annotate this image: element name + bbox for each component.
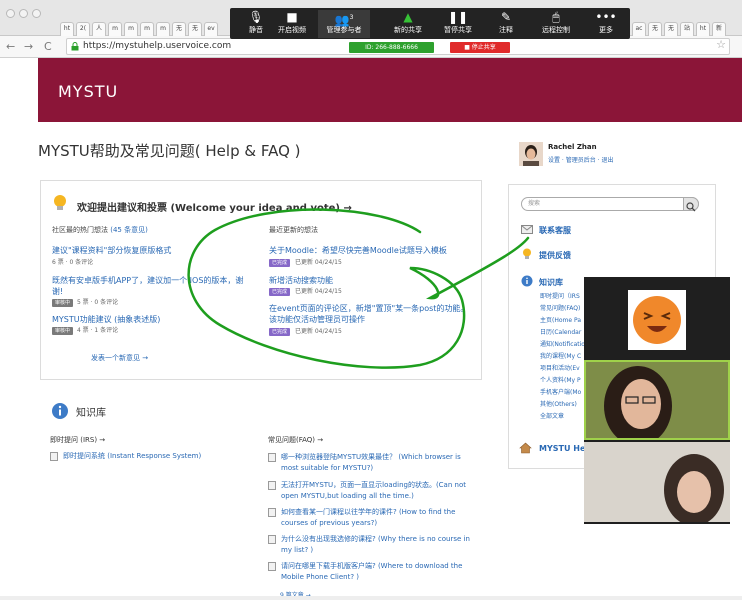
video-off-icon: ■: [286, 10, 298, 24]
stop-share-button[interactable]: ■ 停止共享: [450, 42, 510, 53]
video-gallery[interactable]: [584, 277, 730, 524]
participant-video: [584, 442, 730, 522]
new-share-button[interactable]: ▲ 新的共享: [382, 10, 434, 38]
new-share-label: 新的共享: [394, 26, 422, 34]
more-label: 更多: [599, 26, 613, 34]
participants-count: 3: [349, 14, 354, 21]
more-button[interactable]: ••• 更多: [580, 10, 632, 38]
annotate-button[interactable]: ✎ 注释: [480, 10, 532, 38]
participant-video: [586, 362, 728, 438]
pen-icon: ✎: [500, 10, 512, 24]
share-screen-icon: ▲: [403, 10, 413, 24]
start-video-label: 开启视频: [278, 26, 306, 34]
bottom-bar: [0, 596, 742, 600]
zoom-toolbar: 🎙 静音 ■ 开启视频 👥3 管理参与者 ▲ 新的共享 ❚❚ 暂停共享 ✎ 注释…: [230, 8, 630, 39]
pause-share-button[interactable]: ❚❚ 暂停共享: [432, 10, 484, 38]
remote-control-label: 远程控制: [542, 26, 570, 34]
video-tile-participant[interactable]: [584, 442, 730, 522]
meeting-id-badge[interactable]: ID: 266-888-6666: [349, 42, 434, 53]
remote-control-button[interactable]: 🖱 远程控制: [530, 10, 582, 38]
pause-share-label: 暂停共享: [444, 26, 472, 34]
video-tile-participant[interactable]: [584, 360, 730, 440]
pause-icon: ❚❚: [447, 10, 469, 24]
manage-participants-button[interactable]: 👥3 管理参与者: [318, 10, 370, 38]
annotate-label: 注释: [499, 26, 513, 34]
screen: ht 2( 人 m m m m 无 无 ev ac 无 无 站 ht 新 ← →…: [0, 0, 742, 600]
start-video-button[interactable]: ■ 开启视频: [266, 10, 318, 38]
participants-icon: 👥3: [334, 13, 354, 27]
more-dots-icon: •••: [595, 10, 617, 24]
manage-participants-label: 管理参与者: [326, 26, 362, 34]
emoji-avatar: [584, 280, 730, 360]
video-tile-avatar[interactable]: [584, 280, 730, 360]
mouse-icon: 🖱: [552, 10, 560, 24]
